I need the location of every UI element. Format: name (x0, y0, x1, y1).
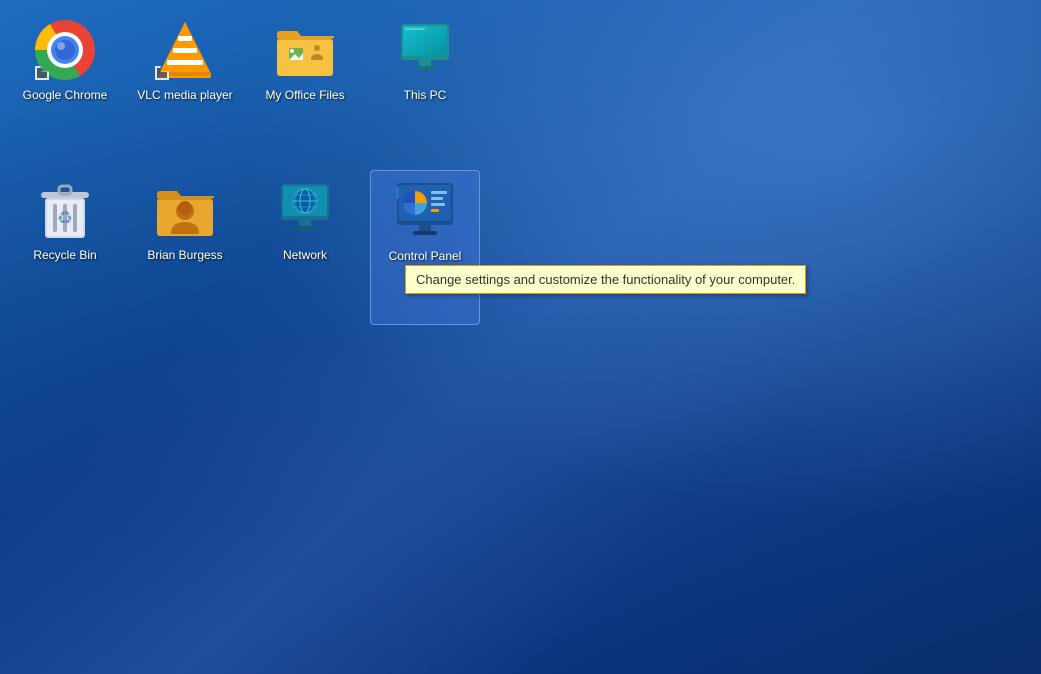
recycle-bin-label: Recycle Bin (33, 248, 96, 264)
this-pc-label: This PC (404, 88, 447, 104)
desktop-icon-brian-burgess[interactable]: Brian Burgess (130, 170, 240, 325)
vlc-label: VLC media player (137, 88, 232, 104)
control-panel-label: Control Panel (389, 249, 462, 265)
tooltip-text: Change settings and customize the functi… (416, 272, 795, 287)
network-label: Network (283, 248, 327, 264)
svg-text:♻: ♻ (57, 208, 73, 228)
network-icon-image (273, 178, 337, 242)
this-pc-icon-image (393, 18, 457, 82)
recycle-bin-icon-image: ♻ (33, 178, 97, 242)
control-panel-icon-image (393, 179, 457, 243)
vlc-icon-image (153, 18, 217, 82)
desktop-icon-vlc[interactable]: VLC media player (130, 10, 240, 165)
desktop-icon-my-office-files[interactable]: My Office Files (250, 10, 360, 165)
control-panel-tooltip: Change settings and customize the functi… (405, 265, 806, 294)
desktop-icon-this-pc[interactable]: This PC (370, 10, 480, 165)
office-files-icon-image (273, 18, 337, 82)
brian-burgess-icon-image (153, 178, 217, 242)
desktop-icon-google-chrome[interactable]: Google Chrome (10, 10, 120, 165)
office-files-label: My Office Files (265, 88, 344, 104)
brian-burgess-label: Brian Burgess (147, 248, 222, 264)
desktop-icon-network[interactable]: Network (250, 170, 360, 325)
desktop-icon-control-panel[interactable]: Control Panel (370, 170, 480, 325)
chrome-icon-image (33, 18, 97, 82)
chrome-label: Google Chrome (23, 88, 108, 104)
desktop-icon-recycle-bin[interactable]: ♻ Recycle Bin (10, 170, 120, 325)
